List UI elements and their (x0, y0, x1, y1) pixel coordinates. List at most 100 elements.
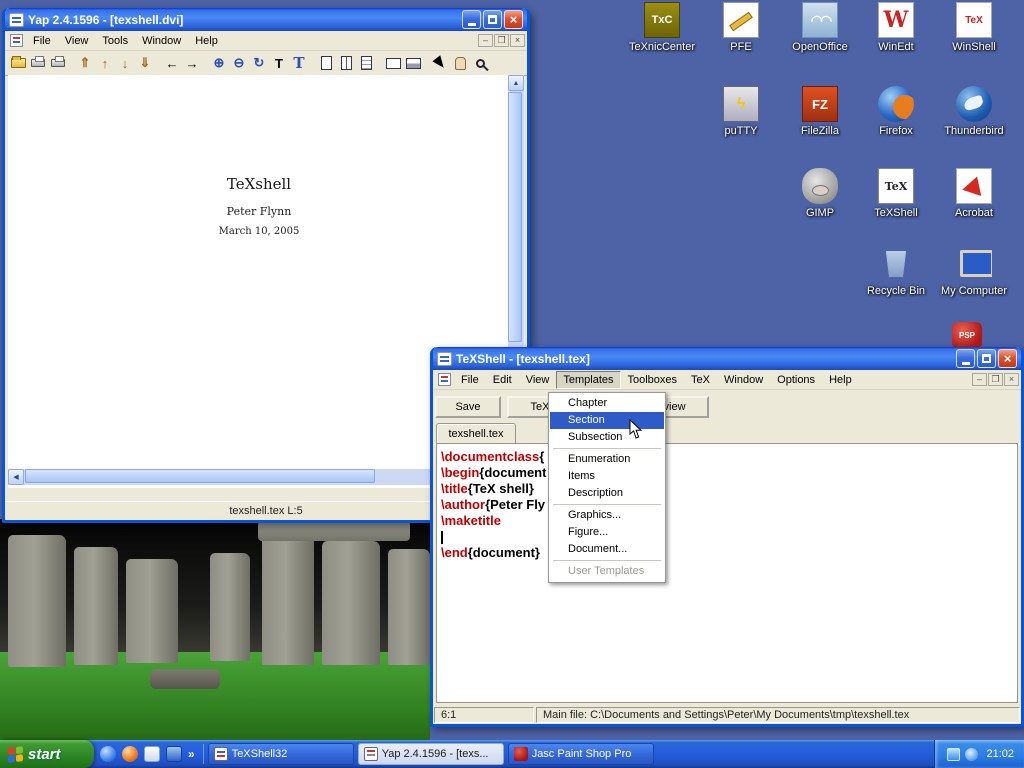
mail-icon[interactable] (144, 746, 160, 762)
task-button-label: Jasc Paint Shop Pro (532, 748, 632, 760)
menu-item-chapter[interactable]: Chapter (550, 395, 664, 412)
mdi-restore-button[interactable]: ❐ (494, 34, 509, 47)
desktop-icon-putty[interactable]: ϟ puTTY (703, 86, 779, 137)
tab-texshell-tex[interactable]: texshell.tex (436, 423, 516, 444)
texshell-menu-file[interactable]: File (454, 371, 486, 389)
texshell-close-button[interactable] (998, 349, 1017, 368)
menu-item-items[interactable]: Items (550, 468, 664, 485)
refresh-icon[interactable]: ↻ (249, 53, 269, 73)
zoom-in-icon[interactable]: ⊕ (209, 53, 229, 73)
desktop-icon-texshell[interactable]: TeX TeXShell (858, 168, 934, 219)
magnifier-tool-icon[interactable] (470, 53, 490, 73)
texshell-menu-toolboxes[interactable]: Toolboxes (621, 371, 685, 389)
texshell-menu-templates[interactable]: Templates (556, 371, 620, 389)
desktop-icon-recycle-bin[interactable]: Recycle Bin (858, 246, 934, 297)
select-tool-icon[interactable] (430, 53, 450, 73)
back-icon[interactable]: ← (162, 53, 182, 73)
hand-icon (455, 57, 466, 70)
menu-item-subsection[interactable]: Subsection (550, 429, 664, 446)
first-page-icon[interactable]: ⇑ (75, 53, 95, 73)
code-token: \author (441, 497, 485, 512)
forward-icon[interactable]: → (182, 53, 202, 73)
texshell-menu-window[interactable]: Window (717, 371, 770, 389)
full-page-view-icon[interactable] (403, 53, 423, 73)
scroll-up-button[interactable]: ▲ (508, 75, 524, 91)
yap-maximize-button[interactable] (483, 10, 502, 29)
start-button[interactable]: start (0, 740, 94, 768)
text-select-icon[interactable]: T (269, 53, 289, 73)
desktop-icon-winedt[interactable]: W WinEdt (858, 2, 934, 53)
hand-tool-icon[interactable] (450, 53, 470, 73)
menu-item-description[interactable]: Description (550, 485, 664, 502)
mdi-minimize-button[interactable]: – (478, 34, 493, 47)
desktop-icon-my-computer[interactable]: My Computer (936, 246, 1012, 297)
texshell-menu-tex[interactable]: TeX (684, 371, 717, 389)
texshell-menu-edit[interactable]: Edit (486, 371, 519, 389)
yap-minimize-button[interactable] (462, 10, 481, 29)
code-token: {document (479, 465, 546, 480)
texshell-menu-help[interactable]: Help (822, 371, 859, 389)
code-editor[interactable]: \documentclass{ \begin{document \title{T… (436, 443, 1018, 703)
texshell-minimize-button[interactable] (956, 349, 975, 368)
single-page-view-icon[interactable] (316, 53, 336, 73)
desktop-icon-acrobat[interactable]: Acrobat (936, 168, 1012, 219)
stonehenge-stone (126, 559, 178, 663)
paint-shop-pro-icon[interactable]: PSP (952, 322, 982, 349)
menu-item-enumeration[interactable]: Enumeration (550, 451, 664, 468)
continuous-view-icon[interactable] (356, 53, 376, 73)
yap-menu-window[interactable]: Window (135, 32, 188, 50)
menu-item-figure[interactable]: Figure... (550, 524, 664, 541)
taskbar-clock[interactable]: 21:02 (986, 748, 1014, 760)
previous-page-icon[interactable]: ↑ (95, 53, 115, 73)
yap-menu-tools[interactable]: Tools (95, 32, 135, 50)
texshell-titlebar[interactable]: TeXShell - [texshell.tex] (433, 347, 1021, 370)
desktop-icon-thunderbird[interactable]: Thunderbird (936, 86, 1012, 137)
menu-item-document[interactable]: Document... (550, 541, 664, 558)
print-icon[interactable] (28, 53, 48, 73)
taskbar-button-yap[interactable]: Yap 2.4.1596 - [texs... (358, 743, 504, 765)
texshell-menu-options[interactable]: Options (770, 371, 822, 389)
last-page-icon[interactable]: ⇓ (135, 53, 155, 73)
yap-menu-view[interactable]: View (58, 32, 96, 50)
desktop-icon-firefox[interactable]: Firefox (858, 86, 934, 137)
mdi-restore-button[interactable]: ❐ (988, 373, 1003, 386)
print-page-icon[interactable] (48, 53, 68, 73)
texshell-maximize-button[interactable] (977, 349, 996, 368)
paint-shop-pro-task-icon (514, 747, 528, 761)
desktop-icon-gimp[interactable]: GIMP (782, 168, 858, 219)
yap-menu-help[interactable]: Help (188, 32, 225, 50)
scroll-left-button[interactable]: ◀ (8, 469, 24, 485)
save-button[interactable]: Save (435, 396, 501, 418)
desktop-icon-openoffice[interactable]: ◠◠ OpenOffice (782, 2, 858, 53)
zoom-out-icon[interactable]: ⊖ (229, 53, 249, 73)
horizontal-scroll-thumb[interactable] (25, 469, 375, 483)
quick-launch-chevron-icon[interactable]: » (188, 747, 195, 761)
page-width-view-icon[interactable] (383, 53, 403, 73)
mdi-close-button[interactable]: × (510, 34, 525, 47)
desktop-icon-winshell[interactable]: TeX WinShell (936, 2, 1012, 53)
network-tray-icon[interactable] (947, 748, 960, 761)
show-desktop-icon[interactable] (166, 746, 182, 762)
text-mode-icon[interactable]: T (289, 53, 309, 73)
open-icon[interactable] (8, 53, 28, 73)
volume-tray-icon[interactable] (965, 748, 978, 761)
menu-item-section[interactable]: Section (550, 412, 664, 429)
desktop-icon-filezilla[interactable]: FZ FileZilla (782, 86, 858, 137)
texshell-menu-view[interactable]: View (519, 371, 557, 389)
mdi-close-button[interactable]: × (1004, 373, 1019, 386)
mdi-minimize-button[interactable]: – (972, 373, 987, 386)
taskbar-button-paint-shop-pro[interactable]: Jasc Paint Shop Pro (508, 743, 654, 765)
taskbar-button-texshell32[interactable]: TeXShell32 (208, 743, 354, 765)
yap-menu-file[interactable]: File (26, 32, 58, 50)
pointer-icon (432, 55, 447, 71)
desktop-icon-texniccenter[interactable]: TxC TeXnicCenter (624, 2, 700, 53)
menu-item-graphics[interactable]: Graphics... (550, 507, 664, 524)
firefox-quick-icon[interactable] (122, 746, 138, 762)
desktop-icon-pfe[interactable]: PFE (703, 2, 779, 53)
yap-close-button[interactable] (504, 10, 523, 29)
next-page-icon[interactable]: ↓ (115, 53, 135, 73)
yap-titlebar[interactable]: Yap 2.4.1596 - [texshell.dvi] (5, 8, 527, 31)
two-page-view-icon[interactable] (336, 53, 356, 73)
vertical-scroll-thumb[interactable] (508, 92, 522, 342)
internet-explorer-icon[interactable] (100, 746, 116, 762)
